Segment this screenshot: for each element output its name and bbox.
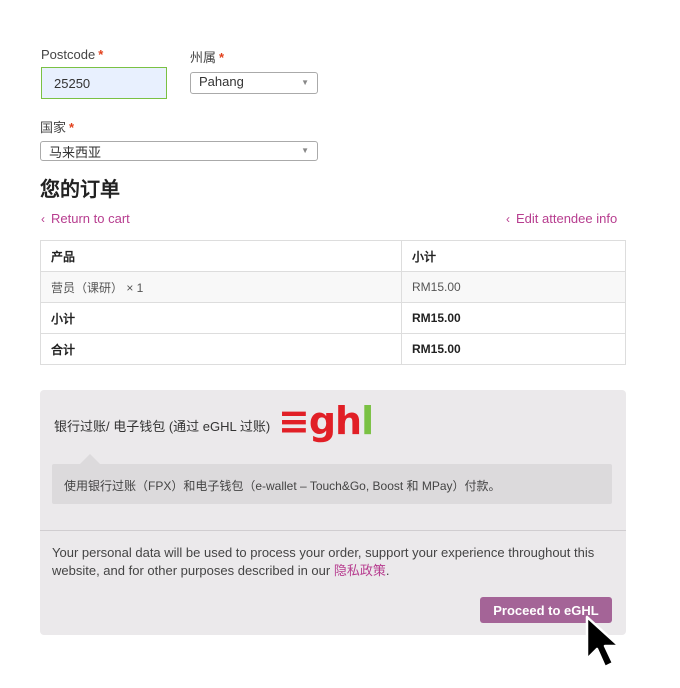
table-header-row: 产品 小计 <box>40 240 626 272</box>
eghl-logo: ≡ghl <box>278 399 374 443</box>
privacy-end: . <box>385 563 390 578</box>
subtotal-label: 小计 <box>40 302 402 334</box>
payment-description: 使用银行过账（FPX）和电子钱包（e-wallet – Touch&Go, Bo… <box>64 479 501 493</box>
state-select[interactable]: Pahang ▼ <box>190 72 318 94</box>
required-marker: * <box>69 120 75 135</box>
header-subtotal: 小计 <box>401 240 626 272</box>
state-label: 州属 * <box>190 47 224 66</box>
country-label-text: 国家 <box>40 120 67 135</box>
payment-description-box: 使用银行过账（FPX）和电子钱包（e-wallet – Touch&Go, Bo… <box>52 464 612 504</box>
return-to-cart-link[interactable]: ‹ Return to cart <box>41 211 130 226</box>
chevron-left-icon: ‹ <box>41 212 45 226</box>
payment-panel: 银行过账/ 电子钱包 (通过 eGHL 过账) ≡ghl 使用银行过账（FPX）… <box>40 390 626 635</box>
state-select-value: Pahang <box>199 74 244 89</box>
edit-attendee-text: Edit attendee info <box>516 211 618 226</box>
required-marker: * <box>98 47 104 62</box>
country-select-value: 马来西亚 <box>49 145 102 160</box>
dropdown-arrow-icon: ▼ <box>301 146 309 155</box>
state-label-text: 州属 <box>190 50 217 65</box>
privacy-policy-link[interactable]: 隐私政策 <box>334 563 386 578</box>
description-pointer <box>80 454 100 464</box>
item-name: 营员（课研） × 1 <box>40 271 402 303</box>
privacy-text: Your personal data will be used to proce… <box>52 545 595 578</box>
chevron-left-icon: ‹ <box>506 212 510 226</box>
dropdown-arrow-icon: ▼ <box>301 78 309 87</box>
mouse-cursor-icon <box>585 615 621 669</box>
total-label: 合计 <box>40 333 402 365</box>
order-title: 您的订单 <box>40 179 120 201</box>
total-value: RM15.00 <box>401 333 626 365</box>
header-product: 产品 <box>40 240 402 272</box>
eghl-logo-l: l <box>361 399 374 443</box>
postcode-input[interactable]: 25250 <box>41 67 167 99</box>
country-label: 国家 * <box>40 117 74 136</box>
table-row: 营员（课研） × 1 RM15.00 <box>40 271 626 303</box>
item-price: RM15.00 <box>401 271 626 303</box>
eghl-logo-mark: ≡ <box>278 399 310 443</box>
eghl-logo-gh: gh <box>308 399 362 443</box>
order-table: 产品 小计 营员（课研） × 1 RM15.00 小计 RM15.00 合计 R… <box>40 240 626 365</box>
postcode-label: Postcode * <box>41 47 103 62</box>
required-marker: * <box>219 50 225 65</box>
subtotal-value: RM15.00 <box>401 302 626 334</box>
subtotal-row: 小计 RM15.00 <box>40 302 626 334</box>
country-select[interactable]: 马来西亚 ▼ <box>40 141 318 161</box>
total-row: 合计 RM15.00 <box>40 333 626 365</box>
payment-method-label[interactable]: 银行过账/ 电子钱包 (通过 eGHL 过账) <box>54 416 270 435</box>
edit-attendee-link[interactable]: ‹ Edit attendee info <box>506 211 617 226</box>
privacy-notice: Your personal data will be used to proce… <box>52 544 617 580</box>
return-to-cart-text: Return to cart <box>51 211 130 226</box>
postcode-label-text: Postcode <box>41 47 96 62</box>
divider <box>40 530 626 531</box>
